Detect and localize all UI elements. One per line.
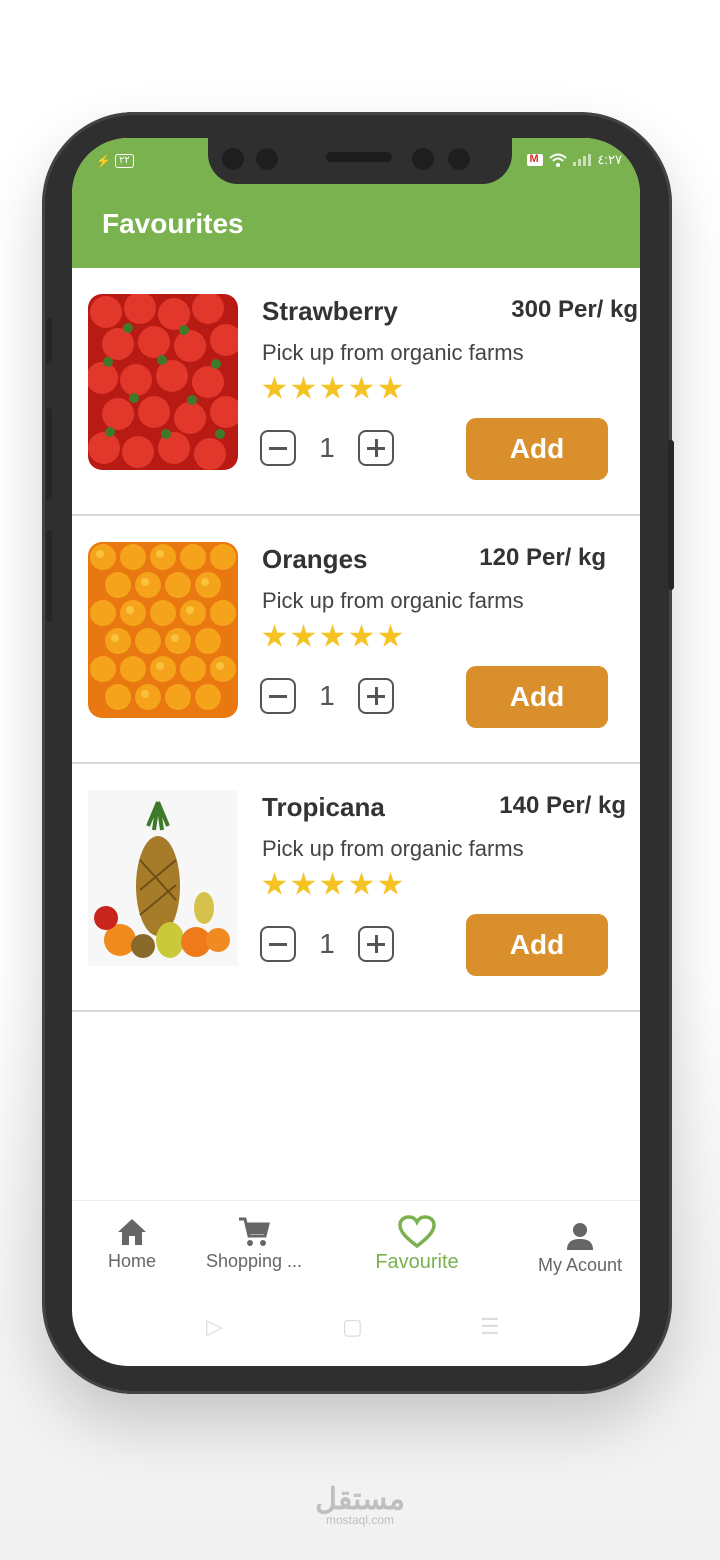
camera-icon [222,148,244,170]
decrease-quantity-button[interactable] [260,430,296,466]
speaker-grille [326,152,392,162]
product-image [88,542,238,718]
rating-stars [262,872,403,897]
product-description: Pick up from organic farms [262,588,524,613]
star-icon [320,376,345,399]
heart-icon [398,1215,436,1249]
phone-side-button [668,440,674,590]
watermark-logo: مستقل [315,1483,405,1516]
status-bar-left: ⚡ ٢٢ [96,154,134,168]
watermark: مستقل mostaql.com [0,1482,720,1527]
quantity-value: 1 [319,928,335,959]
decrease-quantity-button[interactable] [260,678,296,714]
product-description: Pick up from organic farms [262,340,524,365]
add-button[interactable]: Add [466,666,608,728]
rating-stars [262,376,403,401]
star-icon [378,872,403,895]
product-name: Tropicana [262,792,385,822]
camera-icon [448,148,470,170]
bottom-navigation: Home Shopping ... Favourite My Acount [72,1200,640,1297]
sensor-icon [256,148,278,170]
play-icon[interactable]: ▷ [206,1314,223,1340]
person-icon [567,1223,593,1250]
sensor-icon [412,148,434,170]
star-icon [291,624,316,647]
camera-notch [208,138,512,184]
product-description: Pick up from organic farms [262,836,524,861]
menu-icon[interactable]: ☰ [480,1314,500,1340]
product-price: 120 Per/ kg [479,544,606,571]
star-icon [349,872,374,895]
nav-item-home[interactable]: Home [92,1213,172,1272]
nav-label-favourite: Favourite [375,1251,459,1273]
system-navigation-bar: ▷ ▢ ☰ [72,1304,640,1354]
phone-side-button [46,318,52,364]
status-time: ٤:٢٧ [597,152,622,167]
product-price: 300 Per/ kg [511,296,638,323]
star-icon [291,872,316,895]
quantity-value: 1 [319,432,335,463]
product-name: Oranges [262,544,368,574]
star-icon [378,376,403,399]
product-card: Oranges 120 Per/ kg Pick up from organic… [72,516,640,764]
phone-side-button [46,408,52,500]
nav-label-account: My Acount [537,1255,623,1275]
add-button[interactable]: Add [466,418,608,480]
app-bar: ⚡ ٢٢ ٤:٢٧ Favourites [72,138,640,268]
star-icon [349,376,374,399]
quantity-stepper: 1 [260,926,394,962]
increase-quantity-button[interactable] [358,926,394,962]
star-icon [349,624,374,647]
product-card: Strawberry 300 Per/ kg Pick up from orga… [72,268,640,516]
product-image [88,294,238,470]
increase-quantity-button[interactable] [358,430,394,466]
charging-icon: ⚡ [96,154,111,168]
nav-item-shopping[interactable]: Shopping ... [194,1213,314,1272]
nav-label-shopping: Shopping ... [205,1251,303,1271]
star-icon [262,624,287,647]
nav-item-favourite[interactable]: Favourite [360,1213,474,1274]
signal-icon [573,154,592,166]
nav-item-account[interactable]: My Acount [524,1217,636,1276]
app-screen: ⚡ ٢٢ ٤:٢٧ Favourites [72,138,640,1366]
phone-side-button [46,530,52,622]
star-icon [320,624,345,647]
nav-label-home: Home [107,1251,156,1271]
increase-quantity-button[interactable] [358,678,394,714]
quantity-stepper: 1 [260,430,394,466]
star-icon [262,376,287,399]
product-price: 140 Per/ kg [499,792,626,819]
add-button[interactable]: Add [466,914,608,976]
product-name: Strawberry [262,296,398,326]
star-icon [291,376,316,399]
page-title: Favourites [102,208,244,239]
star-icon [320,872,345,895]
product-image [88,790,238,966]
product-card: Tropicana 140 Per/ kg Pick up from organ… [72,764,640,1012]
battery-icon: ٢٢ [114,154,134,168]
watermark-site: mostaql.com [325,1513,395,1527]
quantity-stepper: 1 [260,678,394,714]
decrease-quantity-button[interactable] [260,926,296,962]
status-bar-right: ٤:٢٧ [527,152,622,168]
square-icon[interactable]: ▢ [342,1314,363,1340]
quantity-value: 1 [319,680,335,711]
home-icon [118,1219,146,1245]
wifi-icon [549,153,568,167]
gmail-icon [527,153,544,166]
star-icon [378,624,403,647]
star-icon [262,872,287,895]
rating-stars [262,624,403,649]
cart-icon [239,1217,270,1246]
